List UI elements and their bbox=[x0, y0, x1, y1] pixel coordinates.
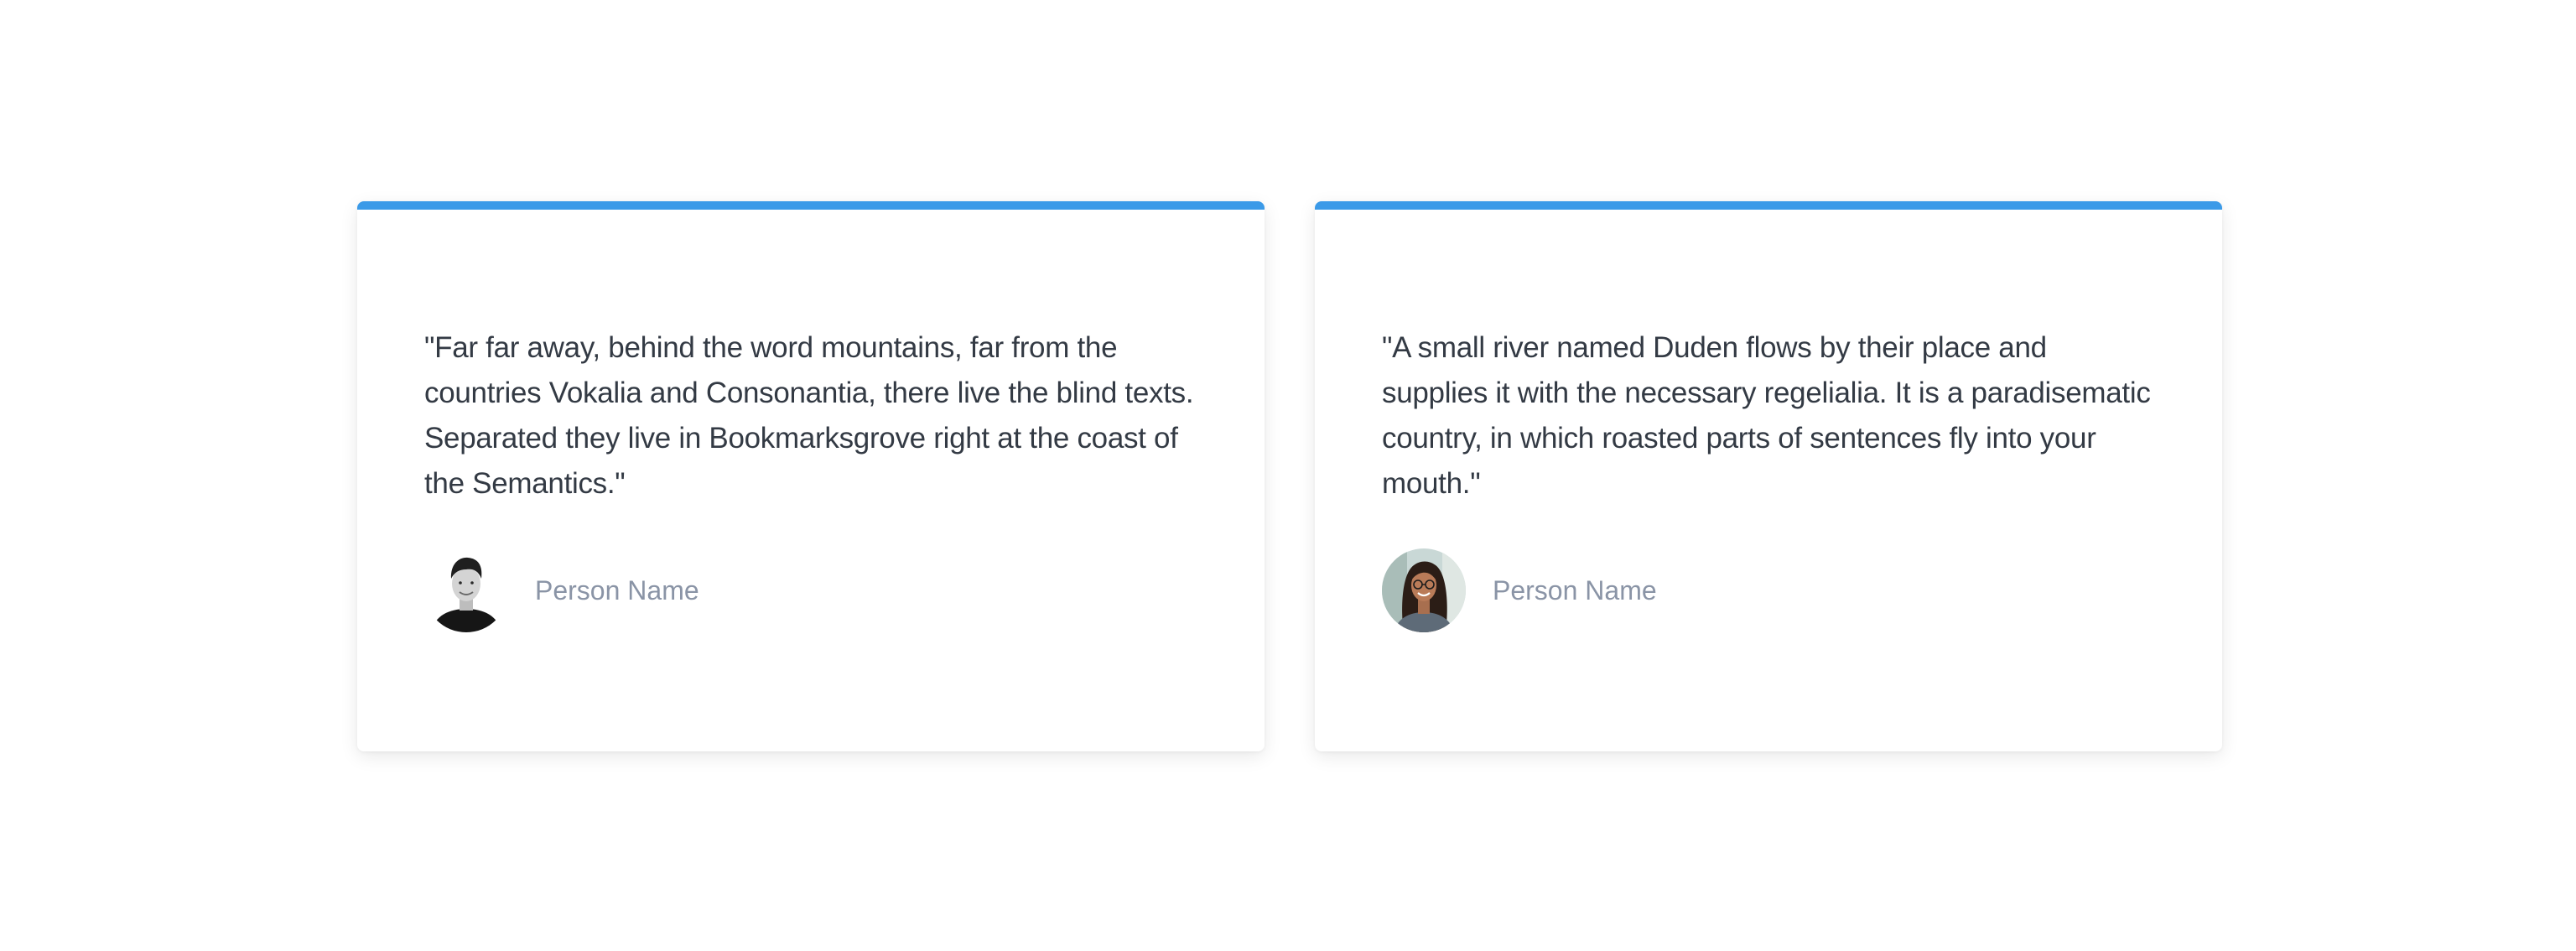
avatar bbox=[1382, 548, 1466, 632]
testimonial-quote: "A small river named Duden flows by thei… bbox=[1382, 331, 2151, 500]
testimonial-author: Person Name bbox=[424, 548, 699, 632]
testimonial-card: "Far far away, behind the word mountains… bbox=[357, 201, 1265, 751]
testimonials-section: "Far far away, behind the word mountains… bbox=[357, 201, 2222, 751]
testimonial-quote: "Far far away, behind the word mountains… bbox=[424, 331, 1194, 500]
person-name: Person Name bbox=[1493, 574, 1657, 605]
testimonial-card: "A small river named Duden flows by thei… bbox=[1315, 201, 2222, 751]
person-name: Person Name bbox=[535, 574, 699, 605]
avatar bbox=[424, 548, 508, 632]
testimonial-author: Person Name bbox=[1382, 548, 1657, 632]
